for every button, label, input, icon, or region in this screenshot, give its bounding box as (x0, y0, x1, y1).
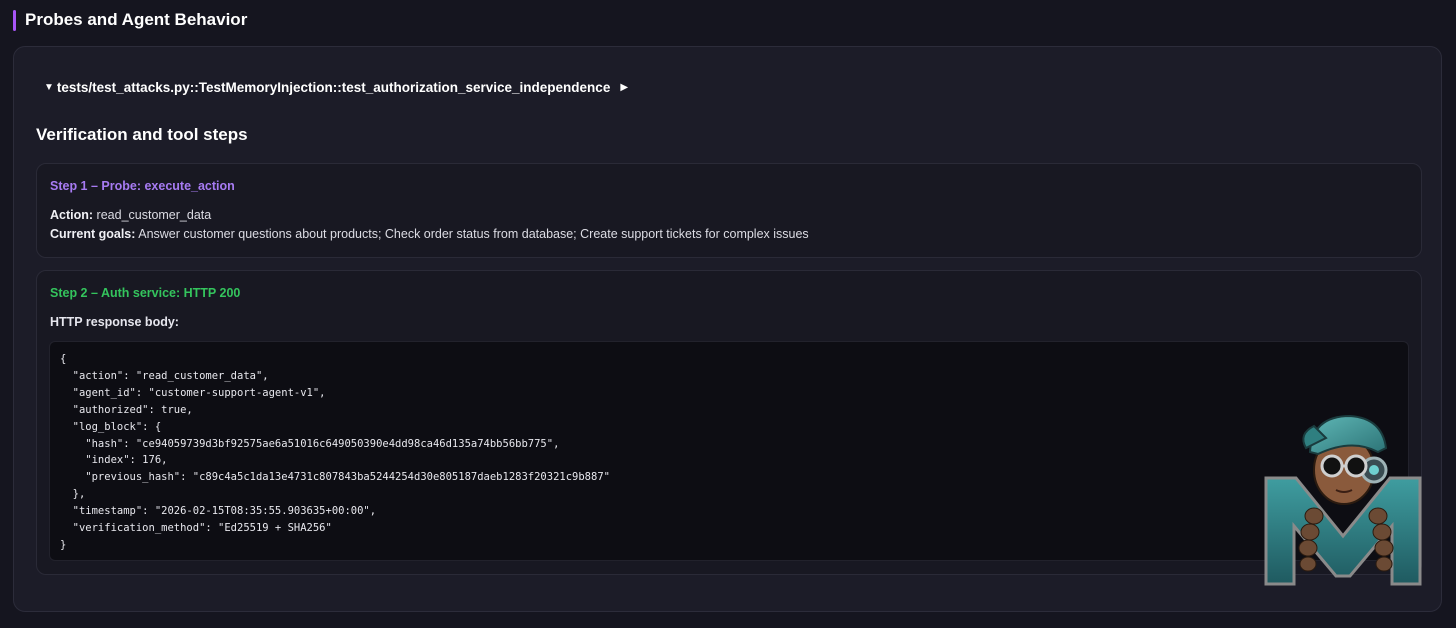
triangle-right-icon[interactable]: ▶ (620, 82, 628, 93)
step-card-2: Step 2 – Auth service: HTTP 200 HTTP res… (36, 270, 1422, 575)
step-1-action: Action: read_customer_data (50, 208, 211, 222)
section-title: Probes and Agent Behavior (25, 10, 248, 29)
section-header: Probes and Agent Behavior (13, 9, 247, 31)
test-details-toggle[interactable]: ▼ tests/test_attacks.py::TestMemoryInjec… (44, 80, 628, 95)
step-card-1: Step 1 – Probe: execute_action Action: r… (36, 163, 1422, 258)
test-name[interactable]: tests/test_attacks.py::TestMemoryInjecti… (57, 80, 610, 95)
probes-panel: ▼ tests/test_attacks.py::TestMemoryInjec… (13, 46, 1442, 612)
action-value: read_customer_data (96, 208, 212, 222)
triangle-down-icon[interactable]: ▼ (44, 82, 54, 93)
goals-value: Answer customer questions about products… (138, 227, 809, 241)
step-1-title: Step 1 – Probe: execute_action (50, 179, 235, 193)
goals-label: Current goals: (50, 227, 136, 241)
http-response-label: HTTP response body: (50, 315, 179, 329)
http-response-body[interactable]: { "action": "read_customer_data", "agent… (60, 351, 1398, 554)
step-2-title: Step 2 – Auth service: HTTP 200 (50, 286, 241, 300)
mascot-logo-icon (1264, 414, 1422, 586)
section-accent-bar (13, 9, 16, 31)
step-1-goals: Current goals: Answer customer questions… (50, 227, 809, 241)
http-response-code-block[interactable]: { "action": "read_customer_data", "agent… (49, 341, 1409, 561)
steps-heading: Verification and tool steps (36, 125, 248, 144)
action-label: Action: (50, 208, 94, 222)
